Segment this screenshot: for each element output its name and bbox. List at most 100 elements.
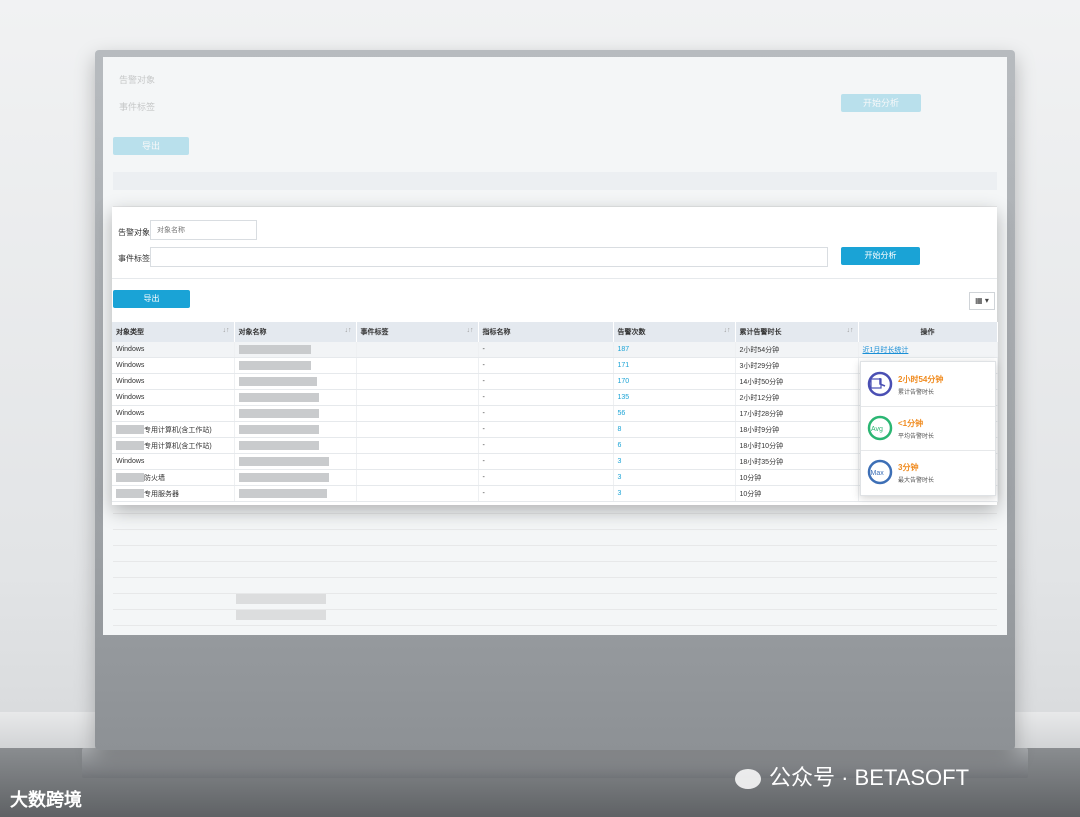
- cell-event-tag: [356, 469, 479, 486]
- cell-metric-name: -: [478, 373, 614, 390]
- ghost-alarm-object-label: 告警对象: [119, 75, 156, 85]
- event-tag-input[interactable]: [150, 247, 828, 267]
- cell-total-duration: 2小时54分钟: [735, 342, 859, 358]
- cell-object-type: Windows: [112, 389, 235, 406]
- divider: [112, 278, 997, 279]
- ghost-export-button: 导出: [113, 137, 189, 155]
- redacted-block: [238, 441, 319, 450]
- cell-metric-name: -: [478, 421, 614, 438]
- header-alarm-count[interactable]: 告警次数 ↓↑: [613, 322, 736, 342]
- cell-object-name: [234, 485, 357, 502]
- cell-alarm-count[interactable]: 6: [613, 437, 736, 454]
- header-object-name[interactable]: 对象名称 ↓↑: [234, 322, 357, 342]
- cell-object-type: Windows: [112, 405, 235, 422]
- ghost-row: [113, 529, 997, 546]
- table-row[interactable]: Windows -187 2小时54分钟 近1月时长统计: [112, 342, 998, 358]
- cell-event-tag: [356, 405, 479, 422]
- average-clock-icon: Avg: [867, 415, 893, 441]
- alarm-object-input[interactable]: 对象名称: [150, 220, 257, 240]
- calendar-clock-icon: [867, 371, 893, 397]
- redacted-block: [238, 425, 319, 434]
- cell-alarm-count[interactable]: 3: [613, 485, 736, 502]
- alarm-analysis-panel: 告警对象 对象名称 事件标签 开始分析 导出 ▦ ▾ 对象类型 ↓↑ 对象名称 ↓↑…: [112, 207, 998, 505]
- redacted-block: [238, 393, 319, 402]
- cell-total-duration: 18小时35分钟: [735, 453, 859, 470]
- cell-metric-name: -: [478, 437, 614, 454]
- redacted-block: [238, 457, 329, 466]
- cell-total-duration: 17小时28分钟: [735, 405, 859, 422]
- cell-object-name: [234, 437, 357, 454]
- cell-alarm-count[interactable]: 135: [613, 389, 736, 406]
- cell-metric-name: -: [478, 357, 614, 374]
- redacted-block: [238, 409, 319, 418]
- cell-metric-name: -: [478, 342, 614, 358]
- stat-max-label: 最大告警时长: [898, 478, 935, 484]
- redacted-block: [238, 489, 327, 498]
- redacted-block: [116, 425, 144, 435]
- redacted-block: [116, 441, 144, 451]
- cell-object-name: [234, 421, 357, 438]
- column-settings-button[interactable]: ▦ ▾: [969, 292, 995, 310]
- wechat-icon: [735, 769, 761, 790]
- alarm-object-placeholder: 对象名称: [157, 227, 185, 234]
- redacted-block: [238, 345, 311, 354]
- cell-object-type: 防火墙: [112, 469, 235, 486]
- header-object-type[interactable]: 对象类型 ↓↑: [112, 322, 235, 342]
- cell-object-name: [234, 357, 357, 374]
- cell-total-duration: 10分钟: [735, 485, 859, 502]
- cell-event-tag: [356, 437, 479, 454]
- event-tag-label: 事件标签: [118, 254, 150, 263]
- watermark-left-text: 大数跨境: [10, 790, 82, 810]
- ghost-event-tag-label: 事件标签: [119, 102, 156, 112]
- header-action: 操作: [858, 322, 998, 342]
- cell-alarm-count[interactable]: 3: [613, 453, 736, 470]
- ghost-row: [113, 513, 997, 530]
- export-button[interactable]: 导出: [113, 290, 190, 308]
- cell-event-tag: [356, 357, 479, 374]
- cell-alarm-count[interactable]: 56: [613, 405, 736, 422]
- cell-metric-name: -: [478, 485, 614, 502]
- cell-total-duration: 14小时50分钟: [735, 373, 859, 390]
- cell-event-tag: [356, 453, 479, 470]
- cell-event-tag: [356, 389, 479, 406]
- cell-alarm-count[interactable]: 3: [613, 469, 736, 486]
- ghost-row: [113, 545, 997, 562]
- cell-action[interactable]: 近1月时长统计: [858, 342, 998, 358]
- cell-event-tag: [356, 485, 479, 502]
- ghost-row: [113, 190, 997, 207]
- svg-text:Avg: Avg: [871, 426, 883, 433]
- cell-object-type: 专用计算机(含工作站): [112, 421, 235, 438]
- cell-object-type: Windows: [112, 453, 235, 470]
- cell-total-duration: 2小时12分钟: [735, 389, 859, 406]
- cell-object-name: [234, 389, 357, 406]
- cell-object-name: [234, 469, 357, 486]
- ghost-blur: [236, 610, 326, 620]
- start-analysis-button[interactable]: 开始分析: [841, 247, 920, 265]
- cell-alarm-count[interactable]: 8: [613, 421, 736, 438]
- header-total-duration[interactable]: 累计告警时长 ↓↑: [735, 322, 859, 342]
- cell-object-type: Windows: [112, 342, 235, 358]
- redacted-block: [116, 473, 144, 483]
- cell-event-tag: [356, 373, 479, 390]
- stat-average-value: <1分钟: [898, 419, 924, 428]
- cell-alarm-count[interactable]: 187: [613, 342, 736, 358]
- cell-object-type: Windows: [112, 357, 235, 374]
- ghost-blur: [236, 594, 326, 604]
- stat-max-value: 3分钟: [898, 463, 919, 472]
- stat-total-label: 累计告警时长: [898, 390, 935, 396]
- header-metric-name: 指标名称: [478, 322, 614, 342]
- cell-alarm-count[interactable]: 171: [613, 357, 736, 374]
- cell-object-type: Windows: [112, 373, 235, 390]
- cell-object-type: 专用计算机(含工作站): [112, 437, 235, 454]
- redacted-block: [238, 377, 317, 386]
- stat-average-label: 平均告警时长: [898, 434, 935, 440]
- alarm-object-label: 告警对象: [118, 228, 150, 237]
- cell-alarm-count[interactable]: 170: [613, 373, 736, 390]
- watermark-right: 公众号 · BETASOFT: [735, 760, 969, 792]
- cell-event-tag: [356, 342, 479, 358]
- duration-stats-popover: 2小时54分钟 累计告警时长 Avg <1分钟 平均告警时长 Max 3分钟 最…: [860, 361, 996, 496]
- header-event-tag[interactable]: 事件标签 ↓↑: [356, 322, 479, 342]
- ghost-table-header: [113, 172, 997, 190]
- cell-object-name: [234, 342, 357, 358]
- table-header-row: 对象类型 ↓↑ 对象名称 ↓↑ 事件标签 ↓↑ 指标名称 告警次数 ↓↑ 累计告警时长 ↓…: [112, 322, 998, 342]
